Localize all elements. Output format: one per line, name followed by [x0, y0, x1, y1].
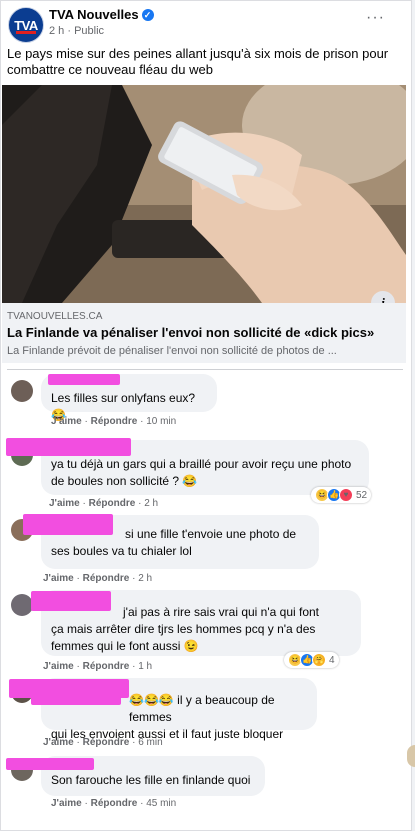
reaction-count: 4: [329, 654, 335, 666]
comment-time[interactable]: 2 h: [144, 498, 158, 509]
comment-actions: J'aime · Répondre · 2 h: [49, 498, 159, 509]
reaction-count: 52: [356, 489, 368, 501]
like-link[interactable]: J'aime: [43, 661, 74, 672]
link-title[interactable]: La Finlande va pénaliser l'envoi non sol…: [7, 325, 374, 340]
love-reaction-icon: ♥: [339, 488, 353, 502]
comment-actions: J'aime · Répondre · 10 min: [51, 416, 177, 427]
like-link[interactable]: J'aime: [51, 798, 82, 809]
post-meta: 2 h · Public: [49, 25, 105, 37]
comment-actions: J'aime · Répondre · 6 min: [43, 737, 163, 748]
link-domain: TVANOUVELLES.CA: [7, 311, 103, 322]
redaction-mark: [31, 591, 111, 611]
like-link[interactable]: J'aime: [49, 498, 80, 509]
chat-head-edge[interactable]: [407, 745, 415, 767]
comment-actions: J'aime · Répondre · 1 h: [43, 661, 153, 672]
page-name-row: TVA Nouvelles ✓: [49, 7, 154, 22]
post-time[interactable]: 2 h: [49, 25, 64, 37]
reaction-summary[interactable]: 😆 👍 ♥ 52: [311, 487, 372, 503]
reaction-summary[interactable]: 😆 👍 🤗 4: [284, 652, 339, 668]
page-name-link[interactable]: TVA Nouvelles: [49, 7, 139, 22]
comment-text-line: ça mais arrêter dire tjrs les hommes pcq…: [51, 622, 316, 636]
logo-accent: [16, 31, 36, 34]
redaction-mark: [6, 758, 94, 770]
reply-link[interactable]: Répondre: [83, 573, 130, 584]
comment-text-line: ses boules va tu chialer lol: [51, 544, 192, 558]
redaction-mark: [48, 374, 120, 385]
like-link[interactable]: J'aime: [43, 573, 74, 584]
page-avatar[interactable]: TVA: [8, 7, 44, 43]
comment-time[interactable]: 1 h: [138, 661, 152, 672]
post-card: TVA TVA Nouvelles ✓ 2 h · Public ··· Le p…: [0, 0, 412, 831]
redaction-mark: [23, 514, 113, 535]
verified-badge-icon: ✓: [141, 9, 154, 21]
like-link[interactable]: J'aime: [51, 416, 82, 427]
phone-photo-graphic: [2, 85, 406, 303]
care-reaction-icon: 🤗: [312, 653, 326, 667]
reply-link[interactable]: Répondre: [83, 661, 130, 672]
post-text: Le pays mise sur des peines allant jusqu…: [7, 46, 389, 77]
comment-text-line: Son farouche les fille en finlande quoi: [51, 773, 251, 787]
link-description: La Finlande prévoit de pénaliser l'envoi…: [7, 345, 337, 357]
comment-time[interactable]: 2 h: [138, 573, 152, 584]
comment-actions: J'aime · Répondre · 2 h: [43, 573, 153, 584]
reply-link[interactable]: Répondre: [91, 416, 138, 427]
comment-time[interactable]: 6 min: [138, 737, 162, 748]
link-preview-image[interactable]: [2, 85, 406, 303]
comments-divider: [7, 369, 403, 370]
comment-text-line: de boules non sollicité ? 😂: [51, 474, 198, 488]
comment-text-line: ya tu déjà un gars qui a braillé pour av…: [51, 457, 352, 471]
link-preview[interactable]: TVANOUVELLES.CA La Finlande va pénaliser…: [2, 303, 406, 363]
comment-time[interactable]: 10 min: [146, 416, 176, 427]
redaction-mark: [6, 438, 131, 456]
reply-link[interactable]: Répondre: [89, 498, 136, 509]
comment-actions: J'aime · Répondre · 45 min: [51, 798, 177, 809]
like-link[interactable]: J'aime: [43, 737, 74, 748]
commenter-avatar[interactable]: [11, 380, 33, 402]
comment-time[interactable]: 45 min: [146, 798, 176, 809]
reply-link[interactable]: Répondre: [91, 798, 138, 809]
commenter-avatar[interactable]: [11, 594, 33, 616]
post-header: TVA TVA Nouvelles ✓ 2 h · Public ···: [7, 5, 407, 43]
more-options-icon[interactable]: ···: [366, 9, 385, 27]
redaction-mark: [31, 695, 121, 705]
post-audience: Public: [74, 25, 105, 37]
reply-link[interactable]: Répondre: [83, 737, 130, 748]
